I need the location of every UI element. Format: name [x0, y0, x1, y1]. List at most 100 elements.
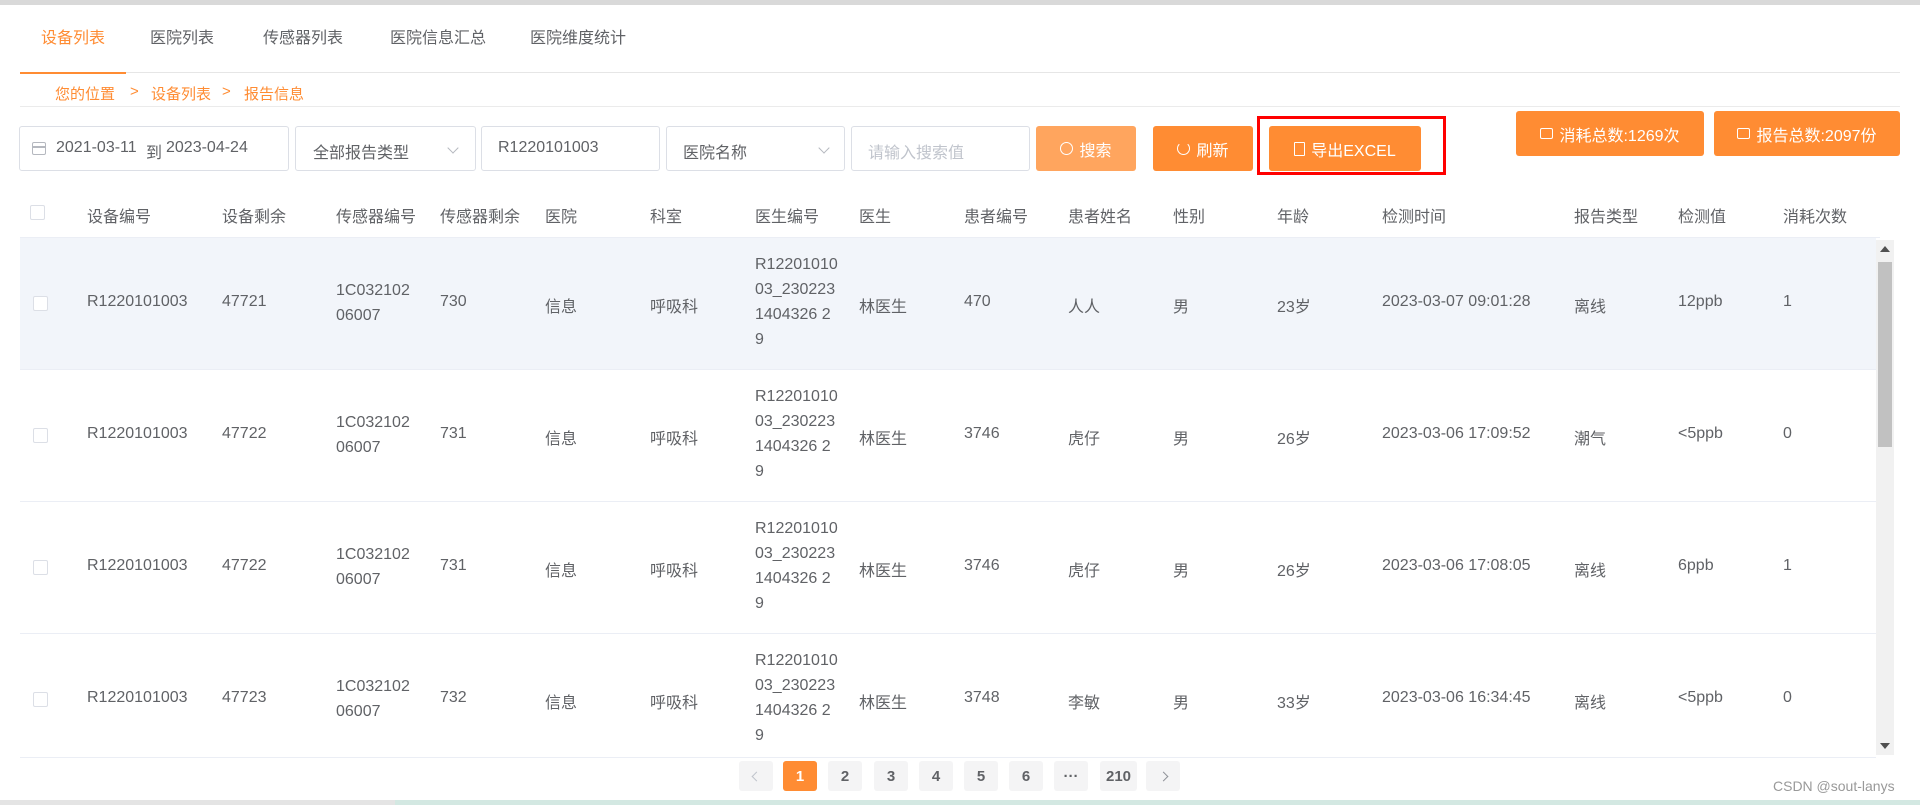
- scroll-down-icon[interactable]: [1880, 743, 1890, 749]
- date-range-picker[interactable]: 2021-03-11 到 2023-04-24: [19, 126, 289, 171]
- tab-hospital-summary[interactable]: 医院信息汇总: [368, 5, 508, 73]
- table-row[interactable]: R1220101003 47723 1C03210206007 732 信息 呼吸科 R12…: [20, 634, 1876, 760]
- age-cell: 26岁: [1277, 431, 1311, 448]
- search-icon: [1060, 142, 1074, 155]
- row-checkbox[interactable]: [33, 692, 48, 707]
- test-time-cell: 2023-03-06 17:08:05: [1382, 557, 1531, 574]
- bottom-strip: [0, 800, 1920, 805]
- date-start[interactable]: 2021-03-11: [56, 139, 137, 157]
- sensor-id-cell: 1C03210206007: [336, 282, 410, 324]
- department-cell: 呼吸科: [650, 431, 699, 448]
- device-id-cell: R1220101003: [87, 689, 188, 706]
- doctor-id-cell: R1220101003_2302231404326 29: [755, 256, 838, 348]
- tab-hospital-list[interactable]: 医院列表: [126, 5, 238, 73]
- table-row[interactable]: R1220101003 47721 1C03210206007 730 信息 呼吸科 R12…: [20, 238, 1876, 370]
- watermark: CSDN @sout-lanys: [1773, 778, 1895, 794]
- tab-device-list[interactable]: 设备列表: [20, 5, 126, 74]
- chevron-down-icon: [818, 142, 830, 154]
- consumption-total-label: 消耗总数:1269次: [1559, 127, 1680, 145]
- page-button[interactable]: 1: [783, 761, 817, 791]
- table-divider: [20, 757, 1876, 758]
- doctor-cell: 林医生: [859, 431, 908, 448]
- prev-page-button[interactable]: [739, 761, 773, 791]
- test-value-cell: <5ppb: [1678, 425, 1723, 442]
- report-total-label: 报告总数:2097份: [1756, 127, 1877, 145]
- column-header[interactable]: 传感器编号: [336, 203, 416, 227]
- scrollbar-thumb[interactable]: [1878, 262, 1892, 447]
- test-value-cell: 12ppb: [1678, 293, 1723, 310]
- column-header[interactable]: 设备编号: [87, 203, 151, 227]
- consumption-count-cell: 1: [1783, 557, 1792, 574]
- breadcrumb-separator: >: [222, 83, 231, 100]
- table-row[interactable]: R1220101003 47722 1C03210206007 731 信息 呼吸科 R12…: [20, 370, 1876, 502]
- column-header[interactable]: 医生编号: [755, 203, 819, 227]
- column-header[interactable]: 性别: [1173, 203, 1205, 227]
- column-header[interactable]: 报告类型: [1574, 203, 1638, 227]
- doctor-cell: 林医生: [859, 563, 908, 580]
- age-cell: 23岁: [1277, 299, 1311, 316]
- column-header[interactable]: 传感器剩余: [440, 203, 520, 227]
- report-type-select[interactable]: 全部报告类型: [295, 126, 476, 171]
- search-button[interactable]: 搜索: [1036, 126, 1136, 171]
- select-all-checkbox[interactable]: [30, 205, 45, 220]
- page-button[interactable]: 3: [874, 761, 908, 791]
- column-header[interactable]: 年龄: [1277, 203, 1309, 227]
- row-checkbox[interactable]: [33, 428, 48, 443]
- page-ellipsis[interactable]: ···: [1054, 761, 1088, 791]
- page-button[interactable]: 5: [964, 761, 998, 791]
- scroll-up-icon[interactable]: [1880, 246, 1890, 252]
- column-header[interactable]: 科室: [650, 203, 682, 227]
- table-row[interactable]: R1220101003 47722 1C03210206007 731 信息 呼吸科 R12…: [20, 502, 1876, 634]
- date-separator: 到: [146, 145, 163, 162]
- column-header[interactable]: 设备剩余: [222, 203, 286, 227]
- report-total-button[interactable]: 报告总数:2097份: [1714, 111, 1900, 156]
- highlight-box: [1257, 116, 1446, 175]
- refresh-button[interactable]: 刷新: [1153, 126, 1253, 171]
- column-header[interactable]: 患者编号: [964, 203, 1028, 227]
- breadcrumb-device-list[interactable]: 设备列表: [151, 83, 211, 104]
- device-id-cell: R1220101003: [87, 293, 188, 310]
- column-header[interactable]: 检测值: [1678, 203, 1726, 227]
- hospital-cell: 信息: [545, 431, 578, 448]
- column-header[interactable]: 患者姓名: [1068, 203, 1132, 227]
- column-header[interactable]: 检测时间: [1382, 203, 1446, 227]
- hospital-select[interactable]: 医院名称: [666, 126, 845, 171]
- page-button[interactable]: 2: [828, 761, 862, 791]
- patient-name-cell: 虎仔: [1068, 431, 1101, 448]
- consumption-total-button[interactable]: 消耗总数:1269次: [1516, 111, 1704, 156]
- search-input[interactable]: 请输入搜索值: [851, 126, 1030, 171]
- tab-hospital-statistics[interactable]: 医院维度统计: [508, 5, 648, 73]
- gender-cell: 男: [1173, 431, 1190, 448]
- device-id-input[interactable]: R1220101003: [481, 126, 660, 171]
- breadcrumb-home[interactable]: 您的位置: [55, 83, 115, 104]
- row-checkbox[interactable]: [33, 560, 48, 575]
- chevron-left-icon: [751, 771, 761, 781]
- page-button[interactable]: 210: [1100, 761, 1137, 791]
- test-value-cell: <5ppb: [1678, 689, 1723, 706]
- gender-cell: 男: [1173, 299, 1190, 316]
- test-value-cell: 6ppb: [1678, 557, 1714, 574]
- report-type-cell: 离线: [1574, 563, 1607, 580]
- page-button[interactable]: 4: [919, 761, 953, 791]
- consumption-count-cell: 1: [1783, 293, 1792, 310]
- vertical-scrollbar[interactable]: [1876, 240, 1894, 755]
- device-id-value: R1220101003: [498, 139, 599, 156]
- search-button-label: 搜索: [1079, 142, 1112, 160]
- column-header[interactable]: 医生: [859, 203, 891, 227]
- consumption-count-cell: 0: [1783, 425, 1792, 442]
- department-cell: 呼吸科: [650, 563, 699, 580]
- column-header[interactable]: 医院: [545, 203, 577, 227]
- calendar-icon: [32, 142, 46, 155]
- table-body: R1220101003 47721 1C03210206007 730 信息 呼吸科 R12…: [20, 238, 1876, 760]
- sensor-remaining-cell: 732: [440, 689, 467, 706]
- report-type-cell: 离线: [1574, 695, 1607, 712]
- next-page-button[interactable]: [1146, 761, 1180, 791]
- column-header[interactable]: 消耗次数: [1783, 203, 1847, 227]
- row-checkbox[interactable]: [33, 296, 48, 311]
- page-button[interactable]: 6: [1009, 761, 1043, 791]
- date-end[interactable]: 2023-04-24: [166, 139, 248, 157]
- sensor-id-cell: 1C03210206007: [336, 678, 410, 720]
- tab-sensor-list[interactable]: 传感器列表: [238, 5, 368, 73]
- report-type-cell: 潮气: [1574, 431, 1607, 448]
- doctor-cell: 林医生: [859, 299, 908, 316]
